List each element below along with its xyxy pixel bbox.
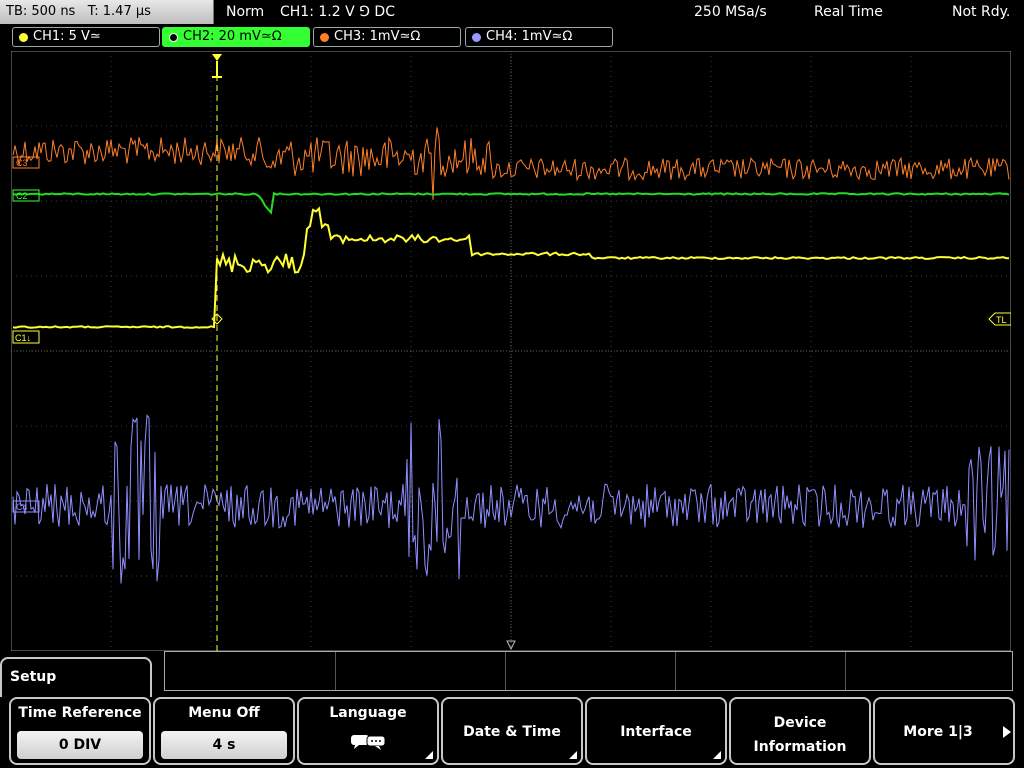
interface-softkey[interactable]: Interface	[585, 697, 727, 765]
ch2-color-dot	[169, 32, 178, 42]
time-reference-value: 0 DIV	[17, 731, 143, 759]
device-information-label-line2: Information	[753, 739, 847, 755]
panel-divider	[675, 652, 676, 690]
ch4-color-dot	[472, 32, 481, 42]
softkey-info-panel	[164, 651, 1013, 691]
channel-tab-ch4[interactable]: CH4: 1mV≃Ω	[465, 27, 613, 47]
device-information-softkey[interactable]: Device Information	[729, 697, 871, 765]
menu-title-tab: Setup	[0, 657, 152, 697]
timebase-box[interactable]: TB: 500 ns T: 1.47 µs	[0, 0, 214, 24]
arrow-right-icon	[1003, 726, 1011, 738]
channel-tab-ch3[interactable]: CH3: 1mV≃Ω	[313, 27, 461, 47]
date-time-softkey[interactable]: Date & Time	[441, 697, 583, 765]
sample-rate: 250 MSa/s	[694, 4, 767, 20]
ch4-label: CH4: 1mV≃Ω	[486, 29, 573, 44]
ch3-label: CH3: 1mV≃Ω	[334, 29, 421, 44]
top-status-bar: TB: 500 ns T: 1.47 µs Norm CH1: 1.2 V ⅁ …	[0, 0, 1024, 24]
ch1-label: CH1: 5 V≃	[33, 29, 101, 44]
trigger-setting[interactable]: CH1: 1.2 V ⅁ DC	[280, 0, 395, 24]
menu-off-softkey[interactable]: Menu Off 4 s	[153, 697, 295, 765]
menu-off-label: Menu Off	[188, 705, 260, 721]
device-information-label-line1: Device	[773, 715, 827, 731]
ch2-label: CH2: 20 mV≃Ω	[183, 29, 282, 44]
ch3-marker-label: C3	[16, 158, 28, 168]
submenu-indicator-icon	[425, 751, 433, 759]
waveform-display[interactable]: C3 C2 C1↓ C4 TL	[11, 51, 1011, 651]
language-softkey[interactable]: Language	[297, 697, 439, 765]
channel-tab-ch2[interactable]: CH2: 20 mV≃Ω	[162, 27, 310, 47]
speech-bubble-icon	[351, 735, 386, 750]
ch4-marker-label: C4	[16, 502, 28, 512]
time-reference-softkey[interactable]: Time Reference 0 DIV	[9, 697, 151, 765]
trigger-status: Not Rdy.	[952, 4, 1011, 20]
panel-divider	[335, 652, 336, 690]
timebase-label: TB: 500 ns	[6, 4, 76, 19]
ch1-color-dot	[19, 32, 28, 42]
ch2-marker-label: C2	[16, 191, 28, 201]
submenu-indicator-icon	[569, 751, 577, 759]
channel-tab-ch1[interactable]: CH1: 5 V≃	[12, 27, 160, 47]
date-time-label: Date & Time	[463, 724, 561, 740]
time-reference-label: Time Reference	[18, 705, 142, 721]
submenu-indicator-icon	[713, 751, 721, 759]
trigger-mode[interactable]: Norm	[226, 0, 264, 24]
ch1-marker-label: C1↓	[15, 333, 31, 343]
trigger-level-label: TL	[996, 315, 1007, 325]
more-label: More 1|3	[903, 724, 973, 740]
panel-divider	[845, 652, 846, 690]
trigger-position-label: T: 1.47 µs	[87, 4, 151, 19]
interface-label: Interface	[620, 724, 692, 740]
ch3-color-dot	[320, 32, 329, 42]
acquisition-mode: Real Time	[814, 4, 883, 20]
panel-divider	[505, 652, 506, 690]
menu-off-value: 4 s	[161, 731, 287, 759]
language-label: Language	[329, 705, 407, 721]
menu-title: Setup	[10, 669, 57, 685]
more-softkey[interactable]: More 1|3	[873, 697, 1015, 765]
